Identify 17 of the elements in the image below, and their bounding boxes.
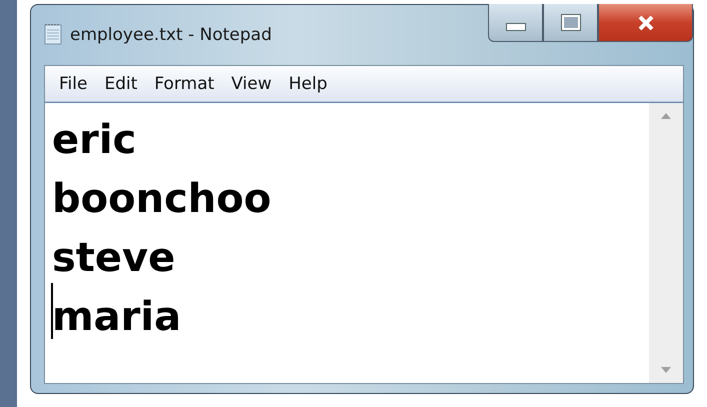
minimize-button[interactable]	[488, 4, 543, 42]
notepad-icon	[44, 23, 62, 45]
window-title: employee.txt - Notepad	[70, 25, 272, 45]
menu-item[interactable]: Format	[154, 74, 214, 94]
close-button[interactable]	[598, 4, 693, 42]
text-line: boonchoo	[52, 175, 272, 224]
maximize-button[interactable]	[543, 4, 598, 42]
text-line: maria	[52, 293, 182, 342]
menu-item[interactable]: View	[231, 74, 272, 94]
menu-item[interactable]: File	[59, 74, 88, 94]
text-line: steve	[52, 234, 176, 283]
text-cursor	[51, 283, 53, 339]
text-line: eric	[52, 116, 136, 165]
menu-item[interactable]: Edit	[104, 74, 138, 94]
text-area[interactable]: eric boonchoo steve maria	[45, 102, 683, 383]
menu-item[interactable]: Help	[288, 74, 328, 94]
close-icon	[636, 14, 654, 30]
